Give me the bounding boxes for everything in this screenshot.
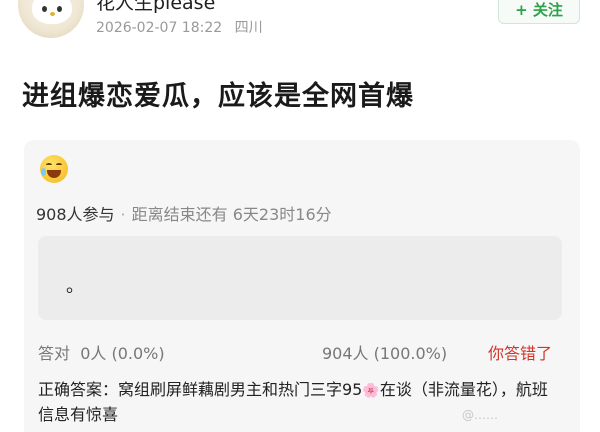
correct-answer-prefix: 正确答案：窝组刷屏鲜藕剧男主和热门三字95 — [38, 380, 363, 399]
laughing-tears-icon — [40, 155, 68, 183]
post-location: 四川 — [234, 20, 263, 36]
correct-count: 0人 (0.0%) — [80, 344, 165, 363]
separator-dot: · — [120, 205, 126, 224]
flower-icon: 🌸 — [362, 383, 380, 399]
watermark: @…… — [462, 408, 498, 422]
wrong-label: 你答错了 — [488, 344, 553, 363]
wrong-count: 904人 (100.0%) — [322, 344, 448, 363]
answer-box — [38, 236, 562, 320]
post-date: 2026-02-07 18:22 — [96, 20, 223, 36]
vote-stats: 908人参与 · 距离结束还有 6天23时16分 — [36, 201, 332, 225]
correct-label: 答对 — [38, 344, 71, 363]
follow-button[interactable]: + 关注 — [498, 0, 580, 24]
answer-text: 。 — [66, 276, 84, 297]
post-header: 花人生please 2026-02-07 18:22 四川 + 关注 — [0, 0, 600, 50]
post-meta: 2026-02-07 18:22 四川 — [96, 17, 271, 37]
avatar[interactable] — [18, 0, 84, 38]
correct-result: 答对 0人 (0.0%) — [38, 340, 165, 364]
time-remaining: 距离结束还有 6天23时16分 — [131, 205, 332, 224]
username[interactable]: 花人生please — [96, 0, 215, 15]
post-title: 进组爆恋爱瓜，应该是全网首爆 — [22, 81, 414, 112]
participants-count: 908人参与 — [36, 205, 115, 224]
